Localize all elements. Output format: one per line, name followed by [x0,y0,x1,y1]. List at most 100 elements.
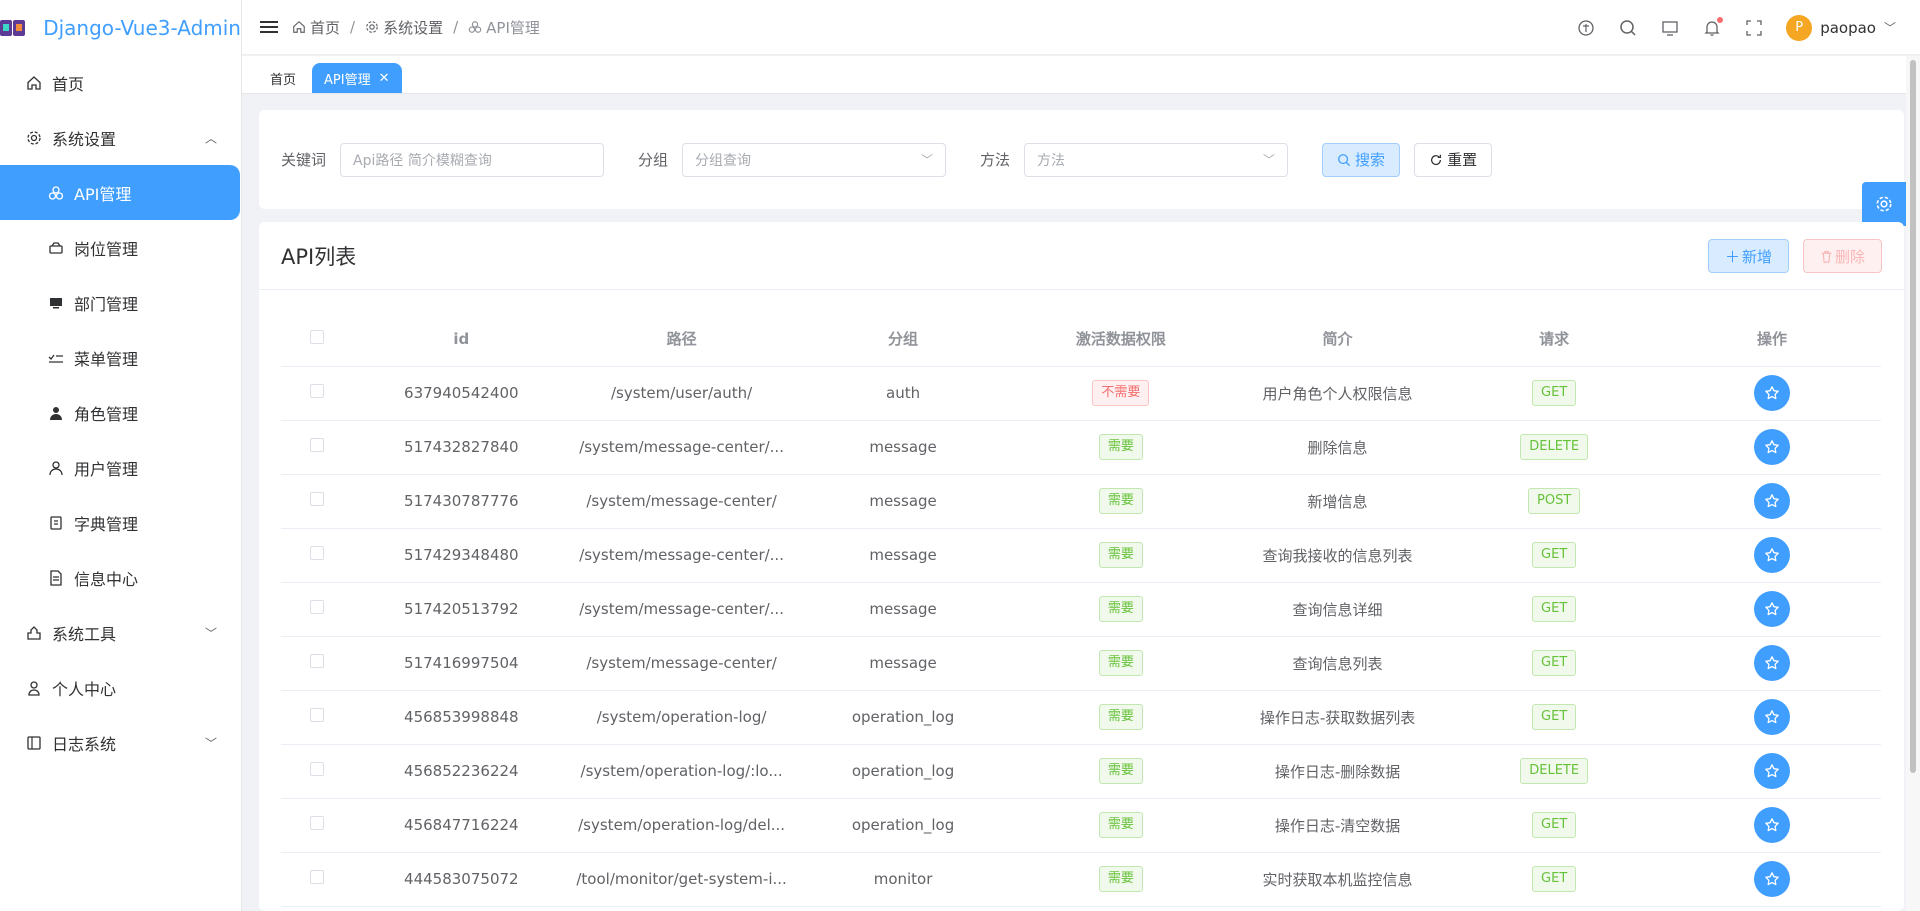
method-badge: DELETE [1520,758,1589,784]
scrollbar-thumb[interactable] [1910,60,1916,773]
sidebar-item-label: 部门管理 [74,294,139,314]
row-checkbox[interactable] [281,366,354,421]
method-select[interactable]: 方法 ﹀ [1024,142,1289,177]
tag-api[interactable]: API管理 ✕ [312,63,402,93]
star-button[interactable] [1754,753,1791,789]
chevron-down-icon: ﹀ [1883,21,1896,35]
star-button[interactable] [1754,429,1791,465]
sidebar-item-menu[interactable]: 菜单管理 [0,330,241,385]
permission-badge: 需要 [1098,704,1143,730]
add-button[interactable]: ＋新增 [1707,239,1789,273]
star-button[interactable] [1754,537,1791,573]
permission-badge: 需要 [1098,434,1143,460]
cell-method: DELETE [1445,744,1664,799]
star-button[interactable] [1754,861,1791,897]
row-checkbox[interactable] [281,582,354,637]
settings-float-button[interactable] [1862,182,1906,226]
star-button[interactable] [1754,645,1791,681]
star-icon [1765,764,1779,778]
sidebar-item-home[interactable]: 首页 [0,55,241,110]
sidebar-menu: 首页 系统设置 ︿ API管理 岗位管理 部门管理 菜单管理 角色管理 用户管理… [0,55,241,770]
fullscreen-icon[interactable] [1744,18,1764,38]
language-icon[interactable] [1576,18,1596,38]
search-icon[interactable] [1618,18,1638,38]
cell-id: 444583075072 [353,852,570,907]
star-button[interactable] [1754,591,1791,627]
keyword-input[interactable]: Api路径 简介模糊查询 [340,142,605,177]
row-checkbox[interactable] [281,420,354,475]
bell-icon[interactable] [1702,16,1724,38]
log-icon [26,735,42,751]
permission-badge: 需要 [1098,542,1143,568]
sidebar-item-api[interactable]: API管理 [0,165,240,220]
delete-button-label: 删除 [1834,247,1865,266]
cell-actions [1663,474,1881,529]
sidebar-item-system-settings[interactable]: 系统设置 ︿ [0,110,241,165]
star-icon [1765,440,1779,454]
breadcrumb-item-home[interactable]: 首页 [292,17,340,38]
search-form: 关键词 Api路径 简介模糊查询 分组 分组查询 ﹀ 方法 方法 ﹀ 搜索 重置 [259,110,1904,209]
cell-group: message [794,474,1012,529]
sidebar-item-role[interactable]: 角色管理 [0,385,241,440]
user-menu[interactable]: P paopao ﹀ [1786,14,1896,41]
breadcrumb-separator: / [350,18,356,36]
close-icon[interactable]: ✕ [379,71,390,86]
cell-actions [1663,582,1881,637]
row-checkbox[interactable] [281,798,354,853]
monitor-icon[interactable] [1660,18,1680,38]
row-checkbox[interactable] [281,528,354,583]
sidebar-item-log-system[interactable]: 日志系统 ﹀ [0,715,241,770]
reset-button[interactable]: 重置 [1414,142,1493,177]
table-row: 517429348480 /system/message-center/... … [281,528,1881,583]
sidebar-item-department[interactable]: 部门管理 [0,275,241,330]
user-icon [48,460,64,476]
cell-description: 查询信息详细 [1229,582,1446,637]
menu-toggle-icon[interactable] [260,21,278,33]
cell-id: 456847716224 [353,798,570,853]
group-select[interactable]: 分组查询 ﹀ [682,142,947,177]
row-checkbox[interactable] [281,852,354,907]
sidebar-item-label: 首页 [52,74,85,94]
table-row: 456847716224 /system/operation-log/del..… [281,798,1881,853]
cell-description: 实时获取本机监控信息 [1229,852,1446,907]
row-checkbox[interactable] [281,744,354,799]
table-header-bar: API列表 ＋新增 删除 [259,222,1904,290]
cell-actions [1663,366,1881,421]
permission-badge: 需要 [1098,758,1143,784]
gear-icon [1876,196,1892,212]
breadcrumb-item-settings[interactable]: 系统设置 [365,17,443,38]
sidebar-item-post[interactable]: 岗位管理 [0,220,241,275]
star-button[interactable] [1754,375,1791,411]
search-button[interactable]: 搜索 [1322,142,1401,177]
sidebar-item-label: 岗位管理 [74,239,139,259]
cell-permission: 不需要 [1011,366,1230,421]
sidebar-item-dictionary[interactable]: 字典管理 [0,495,241,550]
sidebar-item-user[interactable]: 用户管理 [0,440,241,495]
sidebar-item-message-center[interactable]: 信息中心 [0,550,241,605]
reset-button-label: 重置 [1447,151,1478,169]
api-table-card: API列表 ＋新增 删除 id 路径 分组 激活数据权限 简介 请求 操作 63… [259,222,1904,911]
sidebar-item-personal-center[interactable]: 个人中心 [0,660,241,715]
row-checkbox[interactable] [281,636,354,691]
cell-id: 517420513792 [353,582,570,637]
star-button[interactable] [1754,483,1791,519]
table-row: 517430787776 /system/message-center/ mes… [281,474,1881,529]
chevron-down-icon: ﹀ [1263,153,1276,167]
select-all-checkbox[interactable] [281,312,354,367]
row-checkbox[interactable] [281,690,354,745]
chevron-down-icon: ﹀ [921,153,934,167]
permission-badge: 需要 [1098,650,1143,676]
sidebar-item-system-tools[interactable]: 系统工具 ﹀ [0,605,241,660]
table-row: 517416997504 /system/message-center/ mes… [281,636,1881,691]
table-row: 456853998848 /system/operation-log/ oper… [281,690,1881,745]
column-header: id [353,312,570,367]
cell-id: 517416997504 [353,636,570,691]
tag-home[interactable]: 首页 [258,63,308,93]
star-button[interactable] [1754,807,1791,843]
cell-description: 删除信息 [1229,420,1446,475]
cell-group: auth [794,366,1012,421]
row-checkbox[interactable] [281,474,354,529]
star-button[interactable] [1754,699,1791,735]
delete-button[interactable]: 删除 [1802,239,1882,273]
app-logo[interactable]: Django-Vue3-Admin [0,0,241,55]
